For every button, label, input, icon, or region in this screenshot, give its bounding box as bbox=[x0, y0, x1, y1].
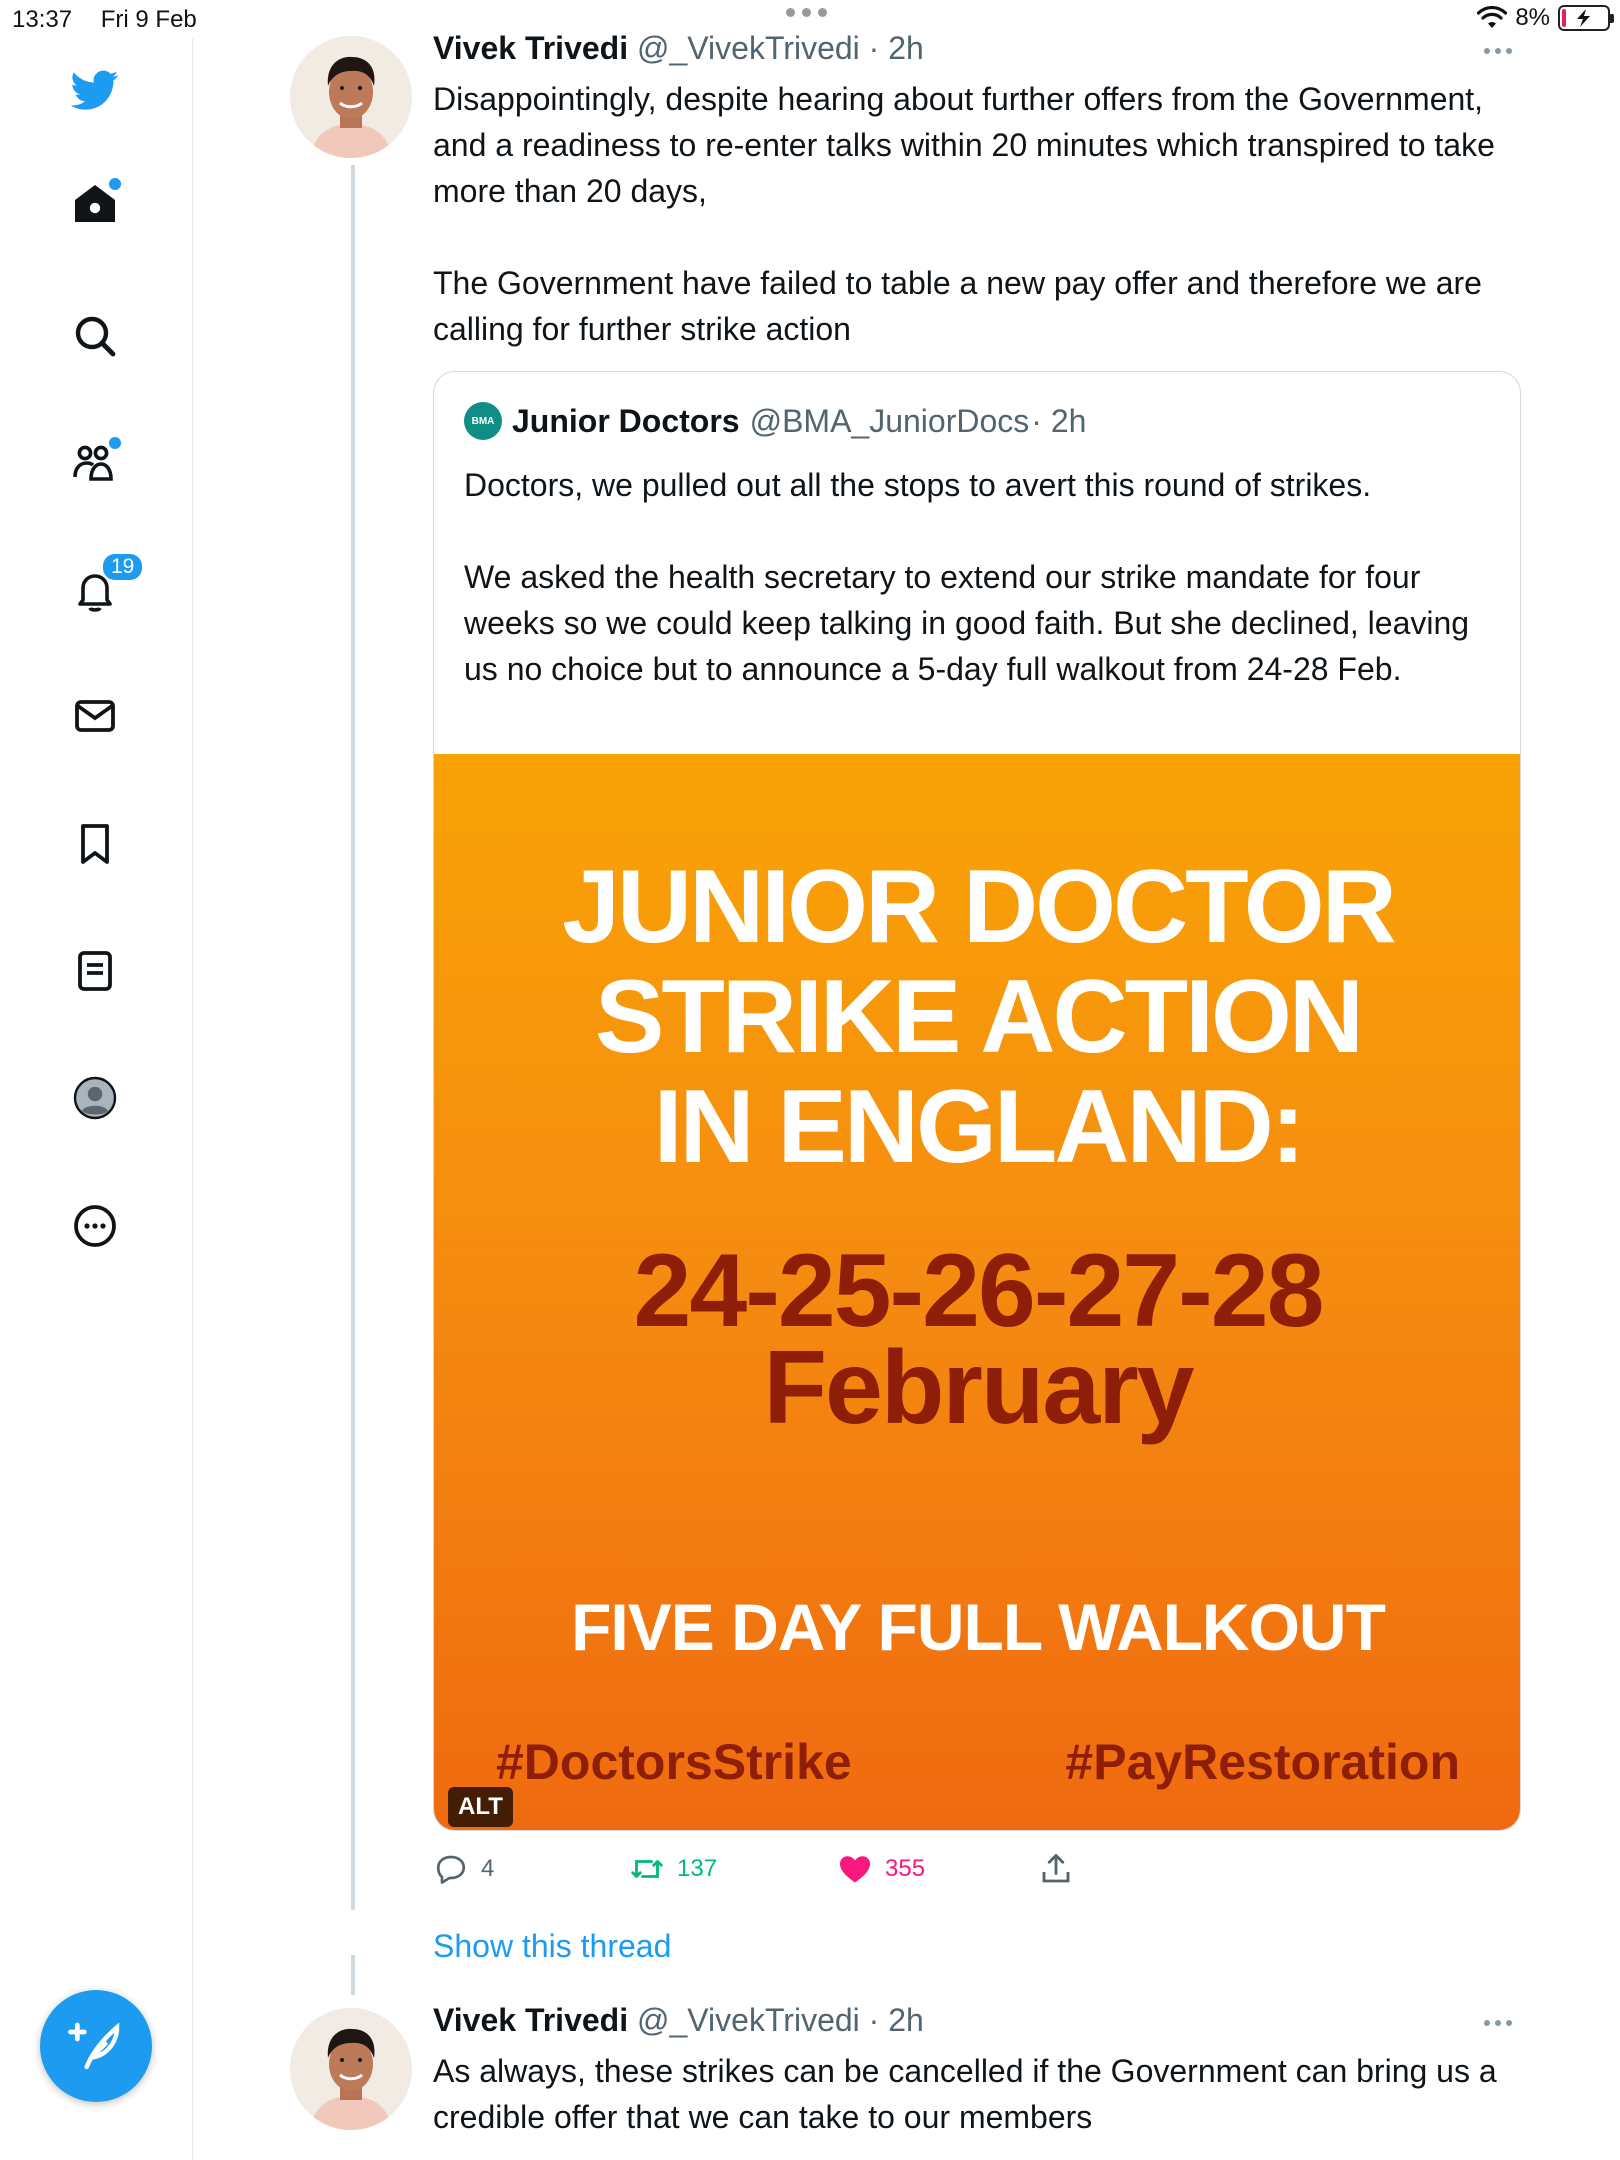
communities-new-dot bbox=[109, 437, 121, 449]
feather-plus-icon bbox=[68, 2022, 120, 2070]
tweet-more-icon[interactable] bbox=[1484, 2020, 1520, 2026]
tweet-text: As always, these strikes can be cancelle… bbox=[433, 2053, 1497, 2135]
poster-walkout: FIVE DAY FULL WALKOUT bbox=[571, 1590, 1386, 1664]
home-icon[interactable] bbox=[67, 176, 123, 232]
retweet-button[interactable]: 137 bbox=[629, 1851, 717, 1887]
bell-icon[interactable]: 19 bbox=[67, 552, 145, 618]
tweet-time: · 2h bbox=[868, 30, 924, 66]
poster-title: JUNIOR DOCTOR STRIKE ACTION IN ENGLAND: bbox=[562, 849, 1397, 1185]
status-time: 13:37 bbox=[12, 6, 73, 33]
poster-hashtag-doctors-strike: #DoctorsStrike bbox=[496, 1734, 852, 1790]
retweet-icon bbox=[631, 1860, 663, 1878]
home-new-dot bbox=[109, 178, 121, 190]
poster-month: February bbox=[763, 1330, 1194, 1446]
sidebar: 19 bbox=[0, 38, 193, 2160]
tweet-header: Vivek Trivedi @_VivekTrivedi · 2h bbox=[433, 30, 924, 67]
alt-text-badge[interactable]: ALT bbox=[448, 1787, 513, 1827]
more-icon[interactable] bbox=[67, 1198, 123, 1254]
reply-button[interactable]: 4 bbox=[433, 1851, 494, 1887]
thread-connector-line bbox=[351, 165, 355, 1910]
quoted-tweet-header: BMA Junior Doctors @BMA_JuniorDocs · 2h bbox=[464, 402, 1086, 440]
tweet-time: · 2h bbox=[868, 2002, 924, 2038]
profile-icon[interactable] bbox=[67, 1070, 123, 1126]
twitter-logo-icon[interactable] bbox=[67, 62, 123, 118]
avatar[interactable] bbox=[290, 36, 412, 158]
bma-logo: BMA bbox=[464, 402, 502, 440]
quoted-tweet-time: · 2h bbox=[1031, 402, 1087, 439]
wifi-icon bbox=[1477, 6, 1508, 28]
quoted-author-handle: @BMA_JuniorDocs bbox=[749, 402, 1030, 439]
communities-icon[interactable] bbox=[67, 435, 123, 491]
strike-poster-image[interactable]: JUNIOR DOCTOR STRIKE ACTION IN ENGLAND: … bbox=[434, 754, 1520, 1830]
heart-icon bbox=[840, 1856, 870, 1883]
multitasking-dots-icon[interactable] bbox=[786, 8, 827, 17]
tweet-text: Disappointingly, despite hearing about f… bbox=[433, 81, 1495, 347]
tweet-more-icon[interactable] bbox=[1484, 48, 1520, 54]
reply-icon bbox=[436, 1855, 466, 1884]
quoted-author-name: Junior Doctors bbox=[512, 402, 740, 439]
thread-connector-line bbox=[351, 1955, 355, 1995]
author-name[interactable]: Vivek Trivedi bbox=[433, 30, 628, 66]
like-button[interactable]: 355 bbox=[837, 1851, 925, 1887]
share-icon bbox=[1042, 1854, 1070, 1883]
avatar[interactable] bbox=[290, 2008, 412, 2130]
search-icon[interactable] bbox=[67, 308, 123, 364]
bookmark-icon[interactable] bbox=[67, 816, 123, 872]
notifications-badge: 19 bbox=[101, 552, 145, 582]
author-name[interactable]: Vivek Trivedi bbox=[433, 2002, 628, 2038]
battery-icon bbox=[1558, 5, 1614, 31]
envelope-icon[interactable] bbox=[67, 688, 123, 744]
tweet-header: Vivek Trivedi @_VivekTrivedi · 2h bbox=[433, 2002, 924, 2039]
share-button[interactable] bbox=[1038, 1851, 1074, 1887]
tweet-actions: 4 137 355 bbox=[433, 1851, 1433, 1891]
battery-percent: 8% bbox=[1515, 4, 1550, 31]
status-date: Fri 9 Feb bbox=[100, 6, 197, 33]
show-thread-link[interactable]: Show this thread bbox=[433, 1928, 671, 1965]
quoted-tweet-text: Doctors, we pulled out all the stops to … bbox=[464, 467, 1470, 687]
like-count: 355 bbox=[885, 1855, 926, 1882]
author-handle[interactable]: @_VivekTrivedi bbox=[637, 2002, 860, 2038]
poster-hashtag-pay-restoration: #PayRestoration bbox=[1065, 1734, 1460, 1790]
reply-count: 4 bbox=[481, 1855, 495, 1882]
compose-tweet-button[interactable] bbox=[40, 1990, 152, 2102]
author-handle[interactable]: @_VivekTrivedi bbox=[637, 30, 860, 66]
list-icon[interactable] bbox=[67, 943, 123, 999]
quoted-tweet[interactable]: BMA Junior Doctors @BMA_JuniorDocs · 2h … bbox=[433, 371, 1521, 1831]
poster-dates: 24-25-26-27-28 bbox=[633, 1233, 1325, 1349]
retweet-count: 137 bbox=[677, 1855, 718, 1882]
